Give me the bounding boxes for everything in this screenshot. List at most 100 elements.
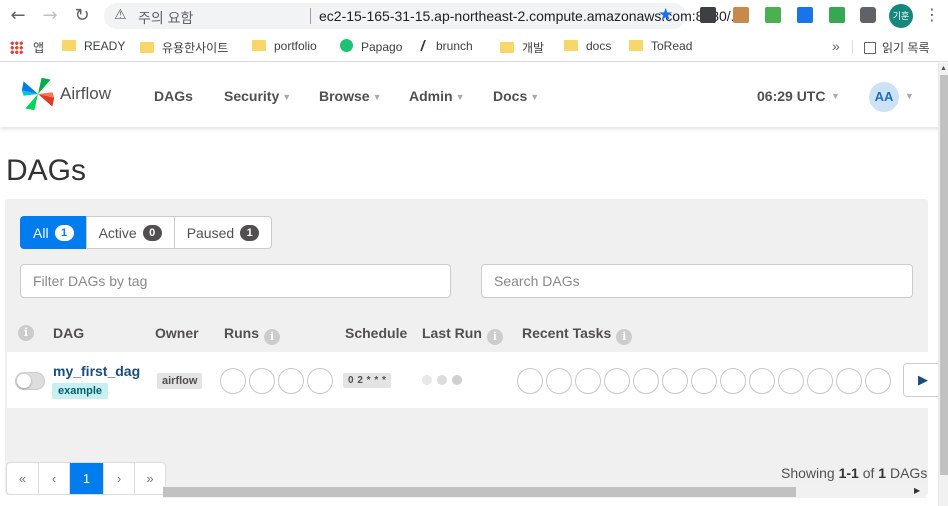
nav-browse[interactable]: Browse ▼ [319,88,382,104]
task-state-circle[interactable] [865,368,891,394]
loading-dot [437,375,447,385]
page-first-button[interactable]: « [7,463,38,494]
column-dag[interactable]: DAG [53,325,84,341]
back-icon[interactable]: ← [8,6,28,26]
caret-down-icon[interactable]: ▼ [831,91,840,101]
user-avatar[interactable]: AA [869,82,899,112]
more-menu-icon[interactable]: ⋮ [924,5,940,24]
folder-icon [252,40,266,51]
nav-admin[interactable]: Admin ▼ [409,88,464,104]
caret-down-icon[interactable]: ▼ [905,91,914,101]
caret-down-icon: ▼ [372,92,382,102]
nav-security[interactable]: Security ▼ [224,88,291,104]
extension-icon[interactable] [797,7,813,23]
caret-down-icon: ▼ [530,92,540,102]
forward-icon[interactable]: → [40,6,60,26]
extensions-puzzle-icon[interactable] [860,7,876,23]
task-state-circle[interactable] [604,368,630,394]
bookmark-papago[interactable]: Papago [340,39,402,55]
column-schedule[interactable]: Schedule [345,325,407,341]
warning-icon[interactable]: ⚠ [114,7,127,23]
page-current-button[interactable]: 1 [69,463,103,494]
task-state-circle[interactable] [633,368,659,394]
reading-list[interactable]: 읽기 목록 [864,39,930,55]
bookmark-apps[interactable]: 앱 [10,39,44,55]
task-state-circle[interactable] [575,368,601,394]
run-state-circle[interactable] [278,368,304,394]
dag-id-link[interactable]: my_first_dag [53,363,140,379]
task-state-circle[interactable] [662,368,688,394]
page-next-button[interactable]: › [103,463,134,494]
extension-icon[interactable] [829,7,845,23]
filter-label: Active [98,224,137,241]
vertical-scrollbar[interactable]: ▲ [938,63,948,506]
task-state-circle[interactable] [517,368,543,394]
info-icon[interactable]: i [486,329,503,345]
bookmark-folder[interactable]: 유용한사이트 [140,39,228,55]
run-state-circle[interactable] [249,368,275,394]
utc-clock[interactable]: 06:29 UTC [757,88,825,104]
profile-avatar[interactable]: 기훈 [889,4,913,28]
horizontal-scrollbar[interactable] [163,486,926,498]
play-icon: ▶ [918,373,928,388]
run-state-circle[interactable] [220,368,246,394]
summary-text: DAGs [886,465,928,481]
filter-label: Paused [186,224,235,241]
scroll-right-arrow-icon[interactable]: ▶ [914,486,920,495]
pause-toggle[interactable] [15,372,45,390]
extension-icon[interactable] [700,7,716,23]
task-state-circle[interactable] [778,368,804,394]
bookmark-folder[interactable]: docs [564,39,611,55]
reload-icon[interactable]: ↻ [72,6,92,26]
bookmark-folder[interactable]: ToRead [629,39,692,55]
task-state-circle[interactable] [807,368,833,394]
brunch-icon [419,40,431,51]
task-state-circle[interactable] [749,368,775,394]
info-icon[interactable]: i [616,329,633,345]
task-state-circle[interactable] [691,368,717,394]
schedule-badge[interactable]: 0 2 * * * [343,373,392,388]
dag-tag[interactable]: example [52,383,109,399]
bookmark-folder[interactable]: 개발 [500,39,544,55]
filter-all-button[interactable]: All 1 [20,216,87,249]
folder-icon [500,42,514,53]
nav-dags[interactable]: DAGs [154,88,193,104]
nav-label: Admin [409,88,453,104]
info-icon[interactable]: i [264,329,280,345]
url-text[interactable]: ec2-15-165-31-15.ap-northeast-2.compute.… [319,8,742,24]
info-icon[interactable]: i [18,325,34,341]
extension-icon[interactable] [733,7,749,23]
search-dags-input[interactable] [481,264,913,298]
summary-text: of [858,465,879,481]
security-label[interactable]: 주의 요함 [138,8,193,28]
column-recent-tasks: Recent Tasks i [522,325,633,345]
bookmark-label: ToRead [651,39,693,53]
more-bookmarks-icon[interactable]: » [832,38,840,54]
scrollbar-thumb[interactable] [163,487,796,497]
filter-paused-button[interactable]: Paused 1 [173,216,273,249]
task-state-circle[interactable] [546,368,572,394]
bookmark-folder[interactable]: portfolio [252,39,317,55]
bookmark-brunch[interactable]: brunch [419,39,473,55]
task-state-circle[interactable] [720,368,746,394]
owner-badge[interactable]: airflow [157,373,203,389]
page-last-button[interactable]: » [134,463,165,494]
summary-range: 1-1 [838,465,859,481]
column-owner[interactable]: Owner [155,325,199,341]
address-bar[interactable]: ⚠ 주의 요함 ec2-15-165-31-15.ap-northeast-2.… [104,3,742,29]
run-state-circle[interactable] [307,368,333,394]
bookmark-star-icon[interactable]: ★ [658,5,673,25]
trigger-dag-button[interactable]: ▶ [903,363,943,397]
scrollbar-thumb[interactable] [940,75,948,475]
folder-icon [629,40,643,51]
brand-link[interactable]: Airflow [20,76,111,112]
extension-icon[interactable] [765,7,781,23]
filter-active-button[interactable]: Active 0 [85,216,175,249]
nav-docs[interactable]: Docs ▼ [493,88,539,104]
scroll-up-arrow-icon[interactable]: ▲ [940,65,947,72]
task-state-circle[interactable] [836,368,862,394]
tag-filter-input[interactable] [20,264,451,298]
bookmark-folder[interactable]: READY [62,39,125,55]
column-last-run: Last Run i [422,325,503,345]
page-prev-button[interactable]: ‹ [38,463,69,494]
